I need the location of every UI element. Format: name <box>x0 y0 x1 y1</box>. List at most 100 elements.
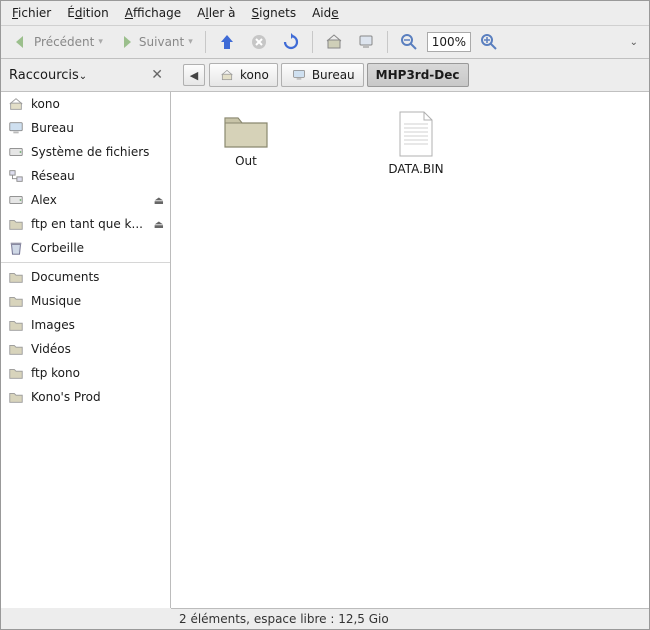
close-sidebar-button[interactable]: ✕ <box>145 67 169 83</box>
close-icon: ✕ <box>151 67 163 83</box>
sidebar-item-documents[interactable]: Documents <box>1 265 170 289</box>
sidebar-item-musique[interactable]: Musique <box>1 289 170 313</box>
network-icon <box>7 167 25 185</box>
menu-file[interactable]: Fichier <box>5 4 58 22</box>
sidebar-item-bureau[interactable]: Bureau <box>1 116 170 140</box>
file-item[interactable]: DATA.BIN <box>371 110 461 176</box>
sidebar-item-label: Bureau <box>31 121 74 135</box>
sidebar-item-label: Documents <box>31 270 99 284</box>
computer-icon <box>357 33 375 51</box>
item-label: Out <box>235 154 257 168</box>
folder-icon <box>7 364 25 382</box>
sidebar-divider <box>1 262 170 263</box>
sidebar-item-label: ftp en tant que k... <box>31 217 143 231</box>
home-button[interactable] <box>320 30 348 54</box>
sidebar-item-label: Kono's Prod <box>31 390 101 404</box>
path-back-button[interactable]: ◀ <box>183 64 205 86</box>
sidebar-item-images[interactable]: Images <box>1 313 170 337</box>
toolbar: Précédent ▾ Suivant ▾ <box>1 26 649 59</box>
folder-icon <box>7 292 25 310</box>
folder-icon <box>7 215 25 233</box>
chevron-down-icon: ▾ <box>188 37 193 47</box>
status-text: 2 éléments, espace libre : 12,5 Gio <box>179 612 389 626</box>
arrow-up-icon <box>218 33 236 51</box>
zoom-out-icon <box>400 33 418 51</box>
folder-icon <box>7 388 25 406</box>
location-row: Raccourcis⌄ ✕ ◀ kono Bureau MHP3rd-Dec <box>1 59 649 92</box>
breadcrumb-0[interactable]: kono <box>209 63 278 87</box>
breadcrumb-label: Bureau <box>312 68 355 82</box>
sidebar-item-kono[interactable]: kono <box>1 92 170 116</box>
menu-bar: Fichier Édition Affichage Aller à Signet… <box>1 1 649 26</box>
arrow-right-icon <box>117 33 135 51</box>
menu-go[interactable]: Aller à <box>190 4 242 22</box>
sidebar-item-alex[interactable]: Alex ⏏ <box>1 188 170 212</box>
breadcrumb-label: kono <box>240 68 269 82</box>
folder-icon <box>222 110 270 150</box>
sidebar-item-label: Images <box>31 318 75 332</box>
back-label: Précédent <box>34 35 94 49</box>
stop-button[interactable] <box>245 30 273 54</box>
up-button[interactable] <box>213 30 241 54</box>
breadcrumb-2[interactable]: MHP3rd-Dec <box>367 63 469 87</box>
sidebar-item-kono-s-prod[interactable]: Kono's Prod <box>1 385 170 409</box>
sidebar-item-label: Musique <box>31 294 81 308</box>
zoom-field[interactable]: 100% <box>427 32 471 52</box>
sidebar-item-label: Corbeille <box>31 241 84 255</box>
path-bar: ◀ kono Bureau MHP3rd-Dec <box>183 63 469 87</box>
sidebar-item-label: Vidéos <box>31 342 71 356</box>
reload-button[interactable] <box>277 30 305 54</box>
sidebar-item-corbeille[interactable]: Corbeille <box>1 236 170 260</box>
menu-help[interactable]: Aide <box>305 4 346 22</box>
zoom-in-icon <box>480 33 498 51</box>
sidebar-title[interactable]: Raccourcis⌄ <box>7 68 89 83</box>
disk-icon <box>7 191 25 209</box>
arrow-left-icon <box>12 33 30 51</box>
file-icon <box>396 110 436 158</box>
disk-icon <box>7 143 25 161</box>
forward-button[interactable]: Suivant ▾ <box>112 30 198 54</box>
sidebar-item-ftp-en-tant-que-k-[interactable]: ftp en tant que k... ⏏ <box>1 212 170 236</box>
sidebar-item-label: Système de fichiers <box>31 145 149 159</box>
menu-edit[interactable]: Édition <box>60 4 116 22</box>
trash-icon <box>7 239 25 257</box>
folder-item[interactable]: Out <box>201 110 291 168</box>
home-icon <box>7 95 25 113</box>
separator <box>205 31 206 53</box>
breadcrumb-1[interactable]: Bureau <box>281 63 364 87</box>
separator <box>312 31 313 53</box>
item-label: DATA.BIN <box>388 162 443 176</box>
back-button[interactable]: Précédent ▾ <box>7 30 108 54</box>
forward-label: Suivant <box>139 35 184 49</box>
computer-button[interactable] <box>352 30 380 54</box>
folder-icon <box>7 268 25 286</box>
status-bar: 2 éléments, espace libre : 12,5 Gio <box>171 608 649 629</box>
stop-icon <box>250 33 268 51</box>
sidebar-item-vid-os[interactable]: Vidéos <box>1 337 170 361</box>
breadcrumb-label: MHP3rd-Dec <box>376 68 460 82</box>
zoom-out-button[interactable] <box>395 30 423 54</box>
sidebar-item-syst-me-de-fichiers[interactable]: Système de fichiers <box>1 140 170 164</box>
reload-icon <box>282 33 300 51</box>
sidebar-item-r-seau[interactable]: Réseau <box>1 164 170 188</box>
sidebar-item-ftp-kono[interactable]: ftp kono <box>1 361 170 385</box>
home-icon <box>218 66 236 84</box>
eject-icon[interactable]: ⏏ <box>154 218 164 231</box>
desktop-icon <box>7 119 25 137</box>
home-icon <box>325 33 343 51</box>
sidebar-item-label: kono <box>31 97 60 111</box>
zoom-in-button[interactable] <box>475 30 503 54</box>
eject-icon[interactable]: ⏏ <box>154 194 164 207</box>
chevron-left-icon: ◀ <box>190 69 198 82</box>
sidebar: kono Bureau Système de fichiers Réseau Alex ⏏… <box>1 92 171 608</box>
separator <box>387 31 388 53</box>
content-pane[interactable]: Out DATA.BIN <box>171 92 649 608</box>
sidebar-item-label: ftp kono <box>31 366 80 380</box>
menu-bookmarks[interactable]: Signets <box>245 4 304 22</box>
menu-view[interactable]: Affichage <box>118 4 188 22</box>
sidebar-item-label: Alex <box>31 193 57 207</box>
folder-icon <box>7 316 25 334</box>
chevron-down-icon: ▾ <box>98 37 103 47</box>
view-mode-button[interactable]: ⌄ <box>625 34 643 51</box>
chevron-down-icon: ⌄ <box>630 37 638 48</box>
